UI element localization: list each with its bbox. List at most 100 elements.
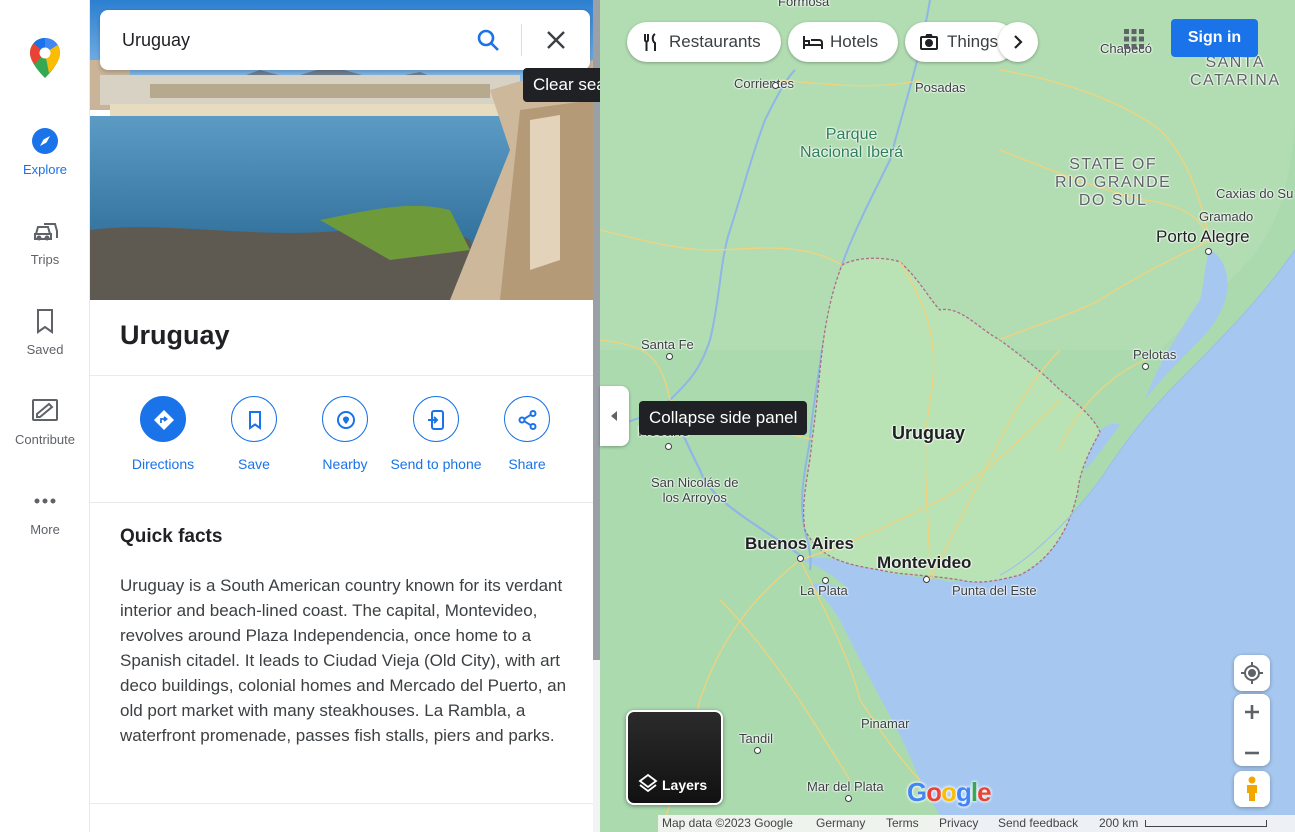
layers-label: Layers [662, 777, 708, 793]
map-label-caxias[interactable]: Caxias do Su [1216, 186, 1293, 201]
map-label-pinamar[interactable]: Pinamar [861, 716, 909, 731]
chevron-right-icon [1014, 35, 1023, 49]
rail-explore-label: Explore [22, 162, 68, 177]
map-label-posadas[interactable]: Posadas [915, 80, 966, 95]
edit-icon [32, 399, 58, 421]
nearby-button[interactable]: Nearby [299, 396, 391, 474]
map-footer: Map data ©2023 Google Germany Terms Priv… [658, 815, 1295, 832]
map-label-rio-grande-do-sul[interactable]: STATE OF RIO GRANDE DO SUL [1055, 156, 1171, 210]
place-title: Uruguay [120, 320, 230, 350]
city-dot [845, 795, 852, 802]
pegman-icon [1247, 776, 1257, 801]
clear-search-button[interactable] [538, 22, 574, 58]
my-location-icon [1241, 662, 1263, 684]
rail-contribute-label: Contribute [15, 432, 75, 447]
chip-hotels[interactable]: Hotels [788, 22, 898, 62]
map-label-montevideo[interactable]: Montevideo [877, 553, 971, 573]
map-label-gramado[interactable]: Gramado [1199, 209, 1253, 224]
close-icon [547, 31, 565, 49]
compass-icon [32, 128, 58, 154]
map-label-porto-alegre[interactable]: Porto Alegre [1156, 227, 1250, 247]
sign-in-button[interactable]: Sign in [1171, 19, 1258, 57]
rail-contribute[interactable]: Contribute [0, 396, 90, 476]
place-actions: Directions Save Nearby Send to phone Sha… [117, 396, 577, 496]
phone-icon [428, 410, 444, 430]
restaurant-icon [644, 33, 656, 51]
nearby-label: Nearby [322, 456, 368, 472]
send-to-phone-button[interactable]: Send to phone [390, 396, 482, 474]
map-label-uruguay[interactable]: Uruguay [892, 423, 965, 444]
map-label-punta-del-este[interactable]: Punta del Este [952, 583, 1037, 598]
map-label-pelotas[interactable]: Pelotas [1133, 347, 1176, 362]
map-label-corrientes[interactable]: Corrientes [734, 76, 794, 91]
city-dot [822, 577, 829, 584]
left-nav-rail: Explore Trips Saved Contribute More [0, 0, 90, 832]
map-label-la-plata[interactable]: La Plata [800, 583, 848, 598]
share-button[interactable]: Share [481, 396, 573, 474]
city-dot [1205, 248, 1212, 255]
google-logo: Google [907, 777, 992, 807]
rail-trips[interactable]: Trips [0, 216, 90, 296]
city-dot [665, 443, 672, 450]
directions-icon [154, 410, 174, 430]
zoom-in-icon[interactable] [1234, 694, 1270, 730]
share-icon [518, 410, 537, 430]
city-dot [923, 576, 930, 583]
directions-label: Directions [131, 456, 195, 472]
rail-more-label: More [30, 522, 60, 537]
map-data-attribution: Map data ©2023 Google [662, 816, 793, 830]
city-dot [1142, 363, 1149, 370]
footer-terms-link[interactable]: Terms [886, 815, 919, 832]
footer-country-link[interactable]: Germany [816, 815, 865, 832]
footer-feedback-link[interactable]: Send feedback [998, 815, 1078, 832]
map-label-formosa[interactable]: Formosa [778, 0, 829, 9]
search-button[interactable] [470, 22, 506, 58]
rail-saved[interactable]: Saved [0, 306, 90, 386]
share-label: Share [508, 456, 546, 472]
street-view-pegman[interactable] [1234, 771, 1270, 807]
chevron-left-icon [611, 411, 617, 421]
rail-more[interactable]: More [0, 486, 90, 566]
map-label-san-nicolas[interactable]: San Nicolás de los Arroyos [651, 475, 738, 505]
search-box [100, 10, 590, 70]
chip-hotels-label: Hotels [830, 32, 879, 51]
car-icon [34, 223, 58, 241]
chip-restaurants-label: Restaurants [669, 32, 761, 51]
map-label-tandil[interactable]: Tandil [739, 731, 773, 746]
chips-next-button[interactable] [998, 22, 1038, 62]
city-dot [754, 747, 761, 754]
map-label-mar-del-plata[interactable]: Mar del Plata [807, 779, 884, 794]
google-maps-logo-icon[interactable] [28, 36, 62, 80]
city-dot [797, 555, 804, 562]
save-button[interactable]: Save [208, 396, 300, 474]
nearby-icon [337, 411, 355, 429]
rail-explore[interactable]: Explore [0, 126, 90, 206]
layers-button[interactable]: Layers [626, 710, 723, 805]
zoom-controls [1234, 694, 1270, 766]
zoom-out-icon[interactable] [1234, 735, 1270, 771]
bookmark-icon [249, 411, 261, 430]
send-to-phone-label: Send to phone [390, 456, 482, 472]
divider [90, 502, 593, 503]
footer-privacy-link[interactable]: Privacy [939, 815, 978, 832]
map-label-santa-catarina[interactable]: SANTA CATARINA [1190, 54, 1281, 90]
chip-restaurants[interactable]: Restaurants [627, 22, 781, 62]
my-location-button[interactable] [1234, 655, 1270, 691]
apps-grid-icon[interactable] [1122, 27, 1146, 51]
map-scale-bar [1145, 820, 1267, 827]
rail-saved-label: Saved [26, 342, 64, 357]
map-label-buenos-aires[interactable]: Buenos Aires [745, 534, 854, 554]
save-label: Save [238, 456, 270, 472]
divider [90, 803, 593, 804]
map-scale-label[interactable]: 200 km [1099, 815, 1138, 832]
rail-trips-label: Trips [30, 252, 60, 267]
quick-facts-title: Quick facts [120, 526, 223, 547]
collapse-panel-button[interactable] [600, 386, 629, 446]
search-input[interactable] [122, 22, 462, 58]
more-dots-icon [34, 498, 56, 504]
search-icon [477, 29, 499, 51]
collapse-panel-tooltip: Collapse side panel [639, 401, 808, 435]
map-label-santa-fe[interactable]: Santa Fe [641, 337, 694, 352]
map-label-ibera-park[interactable]: Parque Nacional Iberá [800, 126, 903, 162]
directions-button[interactable]: Directions [117, 396, 209, 474]
